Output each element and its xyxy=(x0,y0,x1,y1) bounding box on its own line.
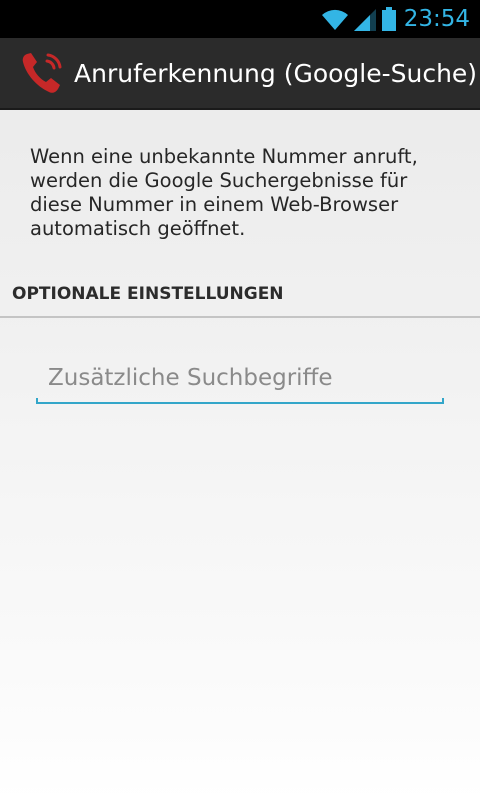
section-divider xyxy=(0,316,480,318)
status-bar: 23:54 xyxy=(0,0,480,38)
phone-icon[interactable] xyxy=(18,49,66,97)
section-header-optional-settings: OPTIONALE EINSTELLUNGEN xyxy=(12,284,284,304)
search-terms-field[interactable] xyxy=(36,356,444,404)
battery-icon xyxy=(381,7,396,31)
status-icons: 23:54 xyxy=(320,0,470,38)
app-title: Anruferkennung (Google-Suche) xyxy=(74,58,478,88)
description-text: Wenn eine unbekannte Nummer anruft, werd… xyxy=(30,145,418,240)
action-bar: Anruferkennung (Google-Suche) xyxy=(0,38,480,110)
signal-icon xyxy=(353,9,376,31)
search-terms-input[interactable] xyxy=(36,356,444,400)
wifi-icon xyxy=(321,9,348,30)
field-underline xyxy=(36,398,444,404)
clock: 23:54 xyxy=(403,6,470,32)
